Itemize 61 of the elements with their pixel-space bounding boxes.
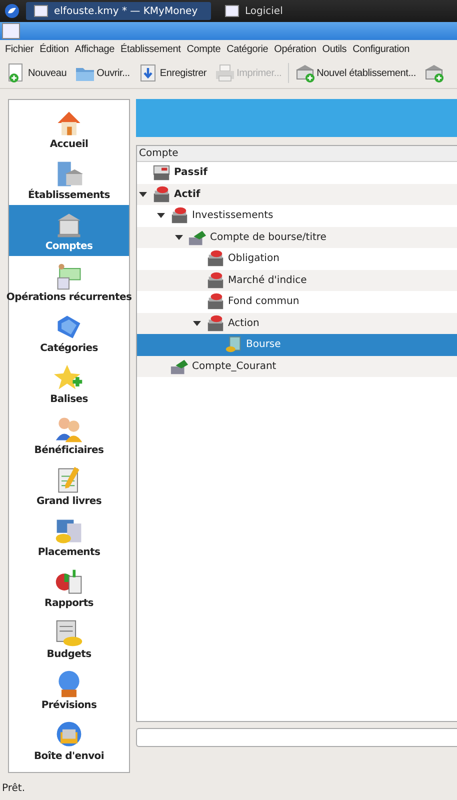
sidebar-item[interactable]: Grand livres xyxy=(9,460,129,511)
bank-plus-icon xyxy=(424,63,444,83)
toolbar-button[interactable]: Nouveau xyxy=(4,61,69,85)
cash-register-icon xyxy=(206,249,225,268)
printer-icon xyxy=(214,63,235,83)
sidebar-item[interactable]: Bénéficiaires xyxy=(9,409,129,460)
expand-arrow-icon[interactable] xyxy=(139,192,147,197)
menu-item[interactable]: Catégorie xyxy=(224,44,272,54)
sidebar-item[interactable]: Opérations récurrentes xyxy=(9,256,129,307)
menu-item[interactable]: Fichier xyxy=(2,44,37,54)
sidebar-item[interactable]: Placements xyxy=(9,511,129,562)
tree-row[interactable]: Actif xyxy=(137,184,457,205)
status-text: Prêt. xyxy=(1,783,26,794)
toolbar-button[interactable]: Enregistrer xyxy=(136,61,209,85)
tree-row[interactable]: Obligation xyxy=(137,248,457,270)
bank-plus-icon xyxy=(294,63,315,83)
cash-register-icon xyxy=(170,206,189,226)
menu-item[interactable]: Opération xyxy=(271,44,320,54)
input-field[interactable] xyxy=(136,728,457,747)
sidebar-item[interactable]: Prévisions xyxy=(9,664,129,715)
cash-register-icon xyxy=(206,314,225,333)
toolbar-button[interactable]: Ouvrir... xyxy=(72,61,132,85)
sidebar-item[interactable]: Balises xyxy=(9,358,129,409)
sidebar-item[interactable]: Comptes xyxy=(9,205,129,256)
sidebar-item[interactable]: Accueil xyxy=(9,103,129,154)
coins-icon xyxy=(224,335,243,354)
column-header[interactable]: Compte xyxy=(137,146,457,162)
cash-register-icon xyxy=(152,163,171,182)
tree-row[interactable]: Bourse xyxy=(137,334,457,356)
sidebar-item[interactable]: Établissements xyxy=(9,154,129,205)
sidebar-item[interactable]: Catégories xyxy=(9,307,129,358)
save-icon xyxy=(138,63,158,83)
tree-row[interactable]: Fond commun xyxy=(137,291,457,312)
menu-item[interactable]: Configuration xyxy=(350,44,413,54)
cash-register-icon xyxy=(206,292,225,312)
sidebar-item[interactable]: Budgets xyxy=(9,613,129,664)
tree-row[interactable]: Marché d'indice xyxy=(137,270,457,291)
tree-row[interactable]: Passif xyxy=(137,162,457,184)
cash-register-icon xyxy=(206,270,225,290)
sidebar-item[interactable]: Rapports xyxy=(9,562,129,613)
tree-row[interactable]: Investissements xyxy=(137,205,457,226)
tree-row[interactable]: Compte_Courant xyxy=(137,356,457,377)
menu-item[interactable]: Établissement xyxy=(118,44,184,54)
tree-row[interactable]: Compte de bourse/titre xyxy=(137,226,457,248)
menu-item[interactable]: Compte xyxy=(184,44,224,54)
menu-item[interactable]: Outils xyxy=(319,44,350,54)
budgets-icon xyxy=(54,618,84,648)
cash-register-icon xyxy=(152,184,171,204)
window-icon xyxy=(34,5,48,17)
taskbar-button[interactable]: elfouste.kmy * — KMyMoney xyxy=(26,2,211,20)
bird-logo-icon[interactable] xyxy=(4,3,20,19)
menu-item[interactable]: Affichage xyxy=(72,44,118,54)
expand-arrow-icon[interactable] xyxy=(157,213,165,218)
tree-row[interactable]: Action xyxy=(137,312,457,334)
expand-arrow-icon[interactable] xyxy=(193,320,201,326)
expand-arrow-icon[interactable] xyxy=(175,234,183,240)
toolbar-button[interactable]: Nouvel établissement... xyxy=(292,61,418,85)
sidebar-item[interactable]: Boîte d'envoi xyxy=(9,715,129,766)
taskbar-button[interactable]: Logiciel xyxy=(217,2,291,20)
menu-item[interactable]: Édition xyxy=(36,44,72,54)
window-icon xyxy=(225,5,239,17)
